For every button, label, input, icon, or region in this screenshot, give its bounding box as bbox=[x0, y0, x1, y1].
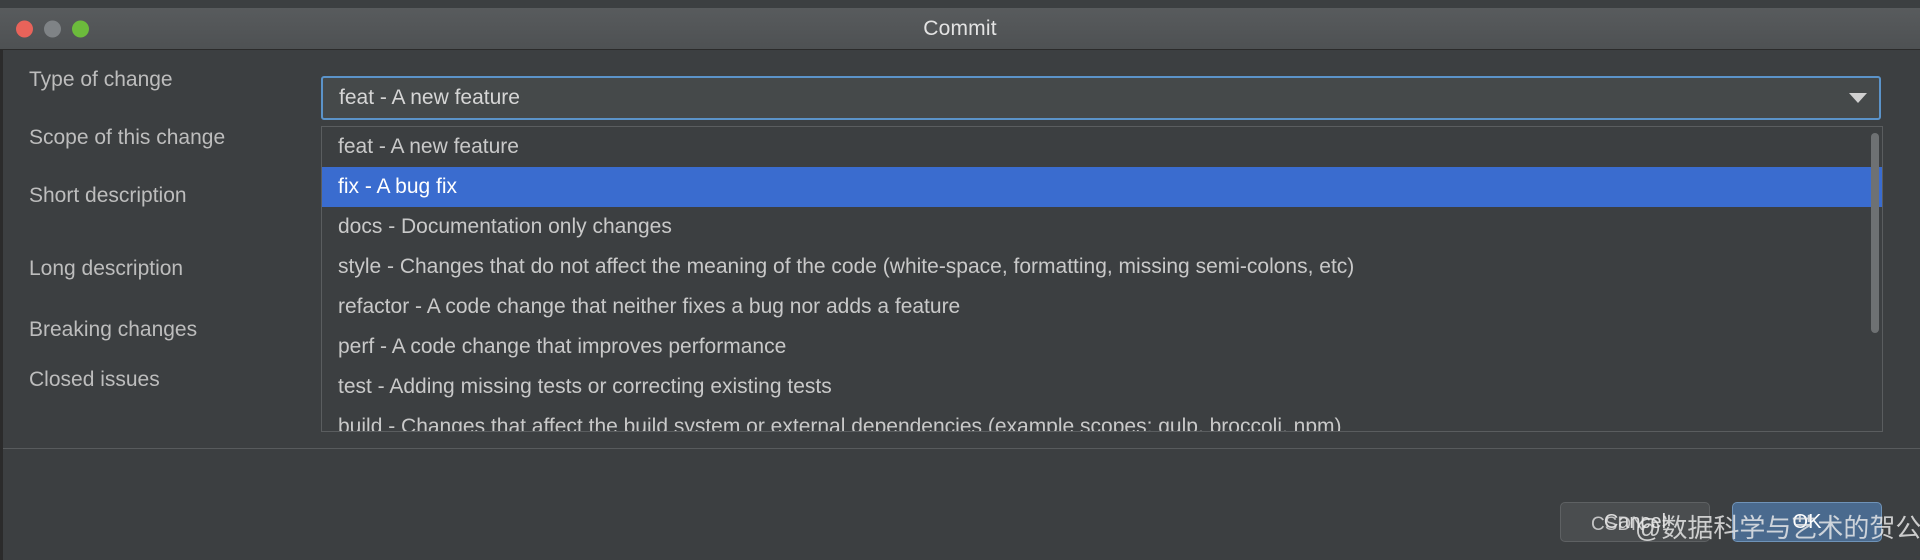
dropdown-item-test[interactable]: test - Adding missing tests or correctin… bbox=[322, 367, 1882, 407]
label-scope-of-this-change: Scope of this change bbox=[29, 126, 226, 149]
label-long-description: Long description bbox=[29, 257, 184, 280]
dropdown-scrollbar-thumb[interactable] bbox=[1871, 133, 1879, 333]
dropdown-list: feat - A new feature fix - A bug fix doc… bbox=[322, 127, 1882, 431]
dropdown-item-fix[interactable]: fix - A bug fix bbox=[322, 167, 1882, 207]
dropdown-item-docs[interactable]: docs - Documentation only changes bbox=[322, 207, 1882, 247]
dropdown-item-refactor[interactable]: refactor - A code change that neither fi… bbox=[322, 287, 1882, 327]
close-window-button[interactable] bbox=[16, 20, 33, 37]
type-of-change-dropdown[interactable]: feat - A new feature fix - A bug fix doc… bbox=[321, 126, 1883, 432]
title-bar: Commit bbox=[0, 8, 1920, 50]
dropdown-item-style[interactable]: style - Changes that do not affect the m… bbox=[322, 247, 1882, 287]
label-closed-issues: Closed issues bbox=[29, 368, 160, 391]
dropdown-item-build[interactable]: build - Changes that affect the build sy… bbox=[322, 407, 1882, 431]
dialog-body: Type of change Scope of this change Shor… bbox=[0, 50, 1920, 560]
chevron-down-icon[interactable] bbox=[1837, 78, 1879, 118]
dropdown-item-feat[interactable]: feat - A new feature bbox=[322, 127, 1882, 167]
window-title: Commit bbox=[923, 16, 997, 40]
label-breaking-changes: Breaking changes bbox=[29, 318, 198, 341]
label-type-of-change: Type of change bbox=[29, 68, 173, 91]
cancel-button[interactable]: Cancel bbox=[1560, 502, 1710, 542]
type-of-change-combobox[interactable]: feat - A new feature bbox=[321, 76, 1881, 120]
maximize-window-button[interactable] bbox=[72, 20, 89, 37]
type-of-change-value: feat - A new feature bbox=[339, 86, 520, 109]
commit-dialog-window: Commit Type of change Scope of this chan… bbox=[0, 0, 1920, 560]
dropdown-scrollbar[interactable] bbox=[1871, 133, 1879, 425]
ok-button[interactable]: OK bbox=[1732, 502, 1882, 542]
label-short-description: Short description bbox=[29, 184, 187, 207]
minimize-window-button[interactable] bbox=[44, 20, 61, 37]
footer-separator bbox=[3, 448, 1920, 449]
dropdown-item-perf[interactable]: perf - A code change that improves perfo… bbox=[322, 327, 1882, 367]
window-controls bbox=[16, 20, 89, 37]
